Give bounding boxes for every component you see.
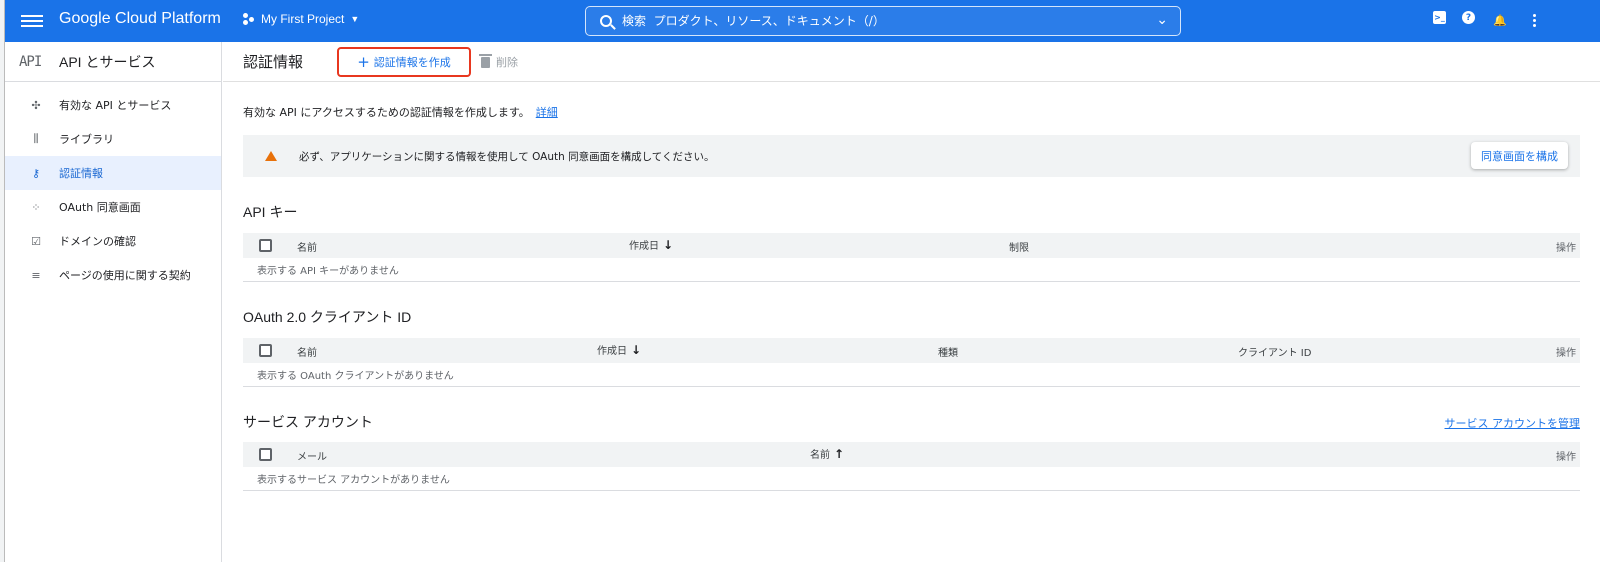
table-header: メール 名前 ↑ 操作 (243, 442, 1580, 467)
chevron-down-icon[interactable]: ⌄ (1156, 12, 1168, 28)
sort-down-arrow-icon: ↓ (663, 238, 674, 252)
sort-up-arrow-icon: ↑ (834, 447, 845, 461)
trash-icon (479, 53, 492, 68)
sidebar-item-label: OAuth 同意画面 (59, 201, 141, 214)
project-selector[interactable]: My First Project ▼ (243, 12, 359, 26)
help-icon[interactable]: ? (1462, 11, 1475, 24)
column-created[interactable]: 作成日 ↓ (597, 342, 641, 357)
domain-check-icon: ☑ (31, 234, 41, 248)
page-title: 認証情報 (243, 54, 304, 71)
brand-title[interactable]: Google Cloud Platform (59, 10, 221, 28)
service-accounts-title: サービス アカウント (243, 414, 373, 430)
library-icon: ⫼ (33, 132, 39, 145)
search-bar[interactable]: ⌄ (585, 6, 1181, 36)
column-created-label: 作成日 (597, 346, 627, 357)
delete-label: 削除 (496, 56, 518, 69)
column-email[interactable]: メール (297, 448, 327, 463)
create-credentials-button[interactable]: + 認証情報を作成 (337, 47, 471, 77)
more-options-icon[interactable] (1525, 11, 1543, 29)
sidebar-nav: ✣ 有効な API とサービス ⫼ ライブラリ ⚷ 認証情報 ⁘ OAuth 同… (5, 82, 221, 292)
api-keys-table: 名前 作成日 ↓ 制限 操作 表示する API キーがありません (243, 233, 1580, 282)
intro-text: 有効な API にアクセスするための認証情報を作成します。 詳細 (243, 104, 558, 120)
sidebar-header: API API とサービス (5, 42, 221, 82)
configure-consent-button[interactable]: 同意画面を構成 (1471, 142, 1568, 169)
sidebar-item-label: 有効な API とサービス (59, 99, 172, 112)
column-name[interactable]: 名前 (297, 344, 317, 359)
sidebar: API API とサービス ✣ 有効な API とサービス ⫼ ライブラリ ⚷ … (5, 42, 222, 562)
column-name-label: 名前 (810, 450, 830, 461)
api-keys-title: API キー (243, 204, 298, 220)
empty-row: 表示するサービス アカウントがありません (243, 467, 1580, 491)
main-content: 認証情報 + 認証情報を作成 削除 有効な API にアクセスするための認証情報… (223, 42, 1600, 562)
column-name[interactable]: 名前 ↑ (810, 446, 844, 461)
oauth-clients-title: OAuth 2.0 クライアント ID (243, 309, 412, 325)
project-name: My First Project (261, 12, 345, 26)
sidebar-item-label: ライブラリ (59, 133, 114, 146)
hamburger-menu-icon[interactable] (21, 12, 43, 30)
search-icon (600, 15, 612, 27)
cloud-shell-icon[interactable]: >_ (1433, 11, 1446, 24)
delete-button[interactable]: 削除 (479, 53, 518, 70)
sidebar-item-label: ページの使用に関する契約 (59, 269, 191, 282)
top-actions: >_ ? 🔔 (1433, 11, 1543, 29)
table-header: 名前 作成日 ↓ 種類 クライアント ID 操作 (243, 338, 1580, 363)
consent-icon: ⁘ (31, 200, 41, 214)
select-all-checkbox[interactable] (259, 344, 272, 357)
service-accounts-table: メール 名前 ↑ 操作 表示するサービス アカウントがありません (243, 442, 1580, 491)
api-logo-icon: API (19, 53, 42, 70)
table-header: 名前 作成日 ↓ 制限 操作 (243, 233, 1580, 258)
column-type[interactable]: 種類 (938, 344, 958, 359)
column-restrictions[interactable]: 制限 (1009, 239, 1029, 254)
notifications-bell-icon[interactable]: 🔔 (1491, 11, 1509, 29)
plus-icon: + (357, 53, 370, 71)
select-all-checkbox[interactable] (259, 239, 272, 252)
browser-frame: Google Cloud Platform My First Project ▼… (4, 0, 1600, 562)
key-icon: ⚷ (31, 166, 41, 180)
search-input[interactable] (622, 14, 1142, 28)
oauth-clients-table: 名前 作成日 ↓ 種類 クライアント ID 操作 表示する OAuth クライアン… (243, 338, 1580, 387)
manage-service-accounts-link[interactable]: サービス アカウントを管理 (1445, 415, 1581, 431)
project-hierarchy-icon (243, 13, 255, 25)
sidebar-item-label: ドメインの確認 (59, 235, 136, 248)
sort-down-arrow-icon: ↓ (631, 343, 642, 357)
empty-row: 表示する API キーがありません (243, 258, 1580, 282)
sidebar-item-label: 認証情報 (59, 167, 103, 180)
sidebar-title: API とサービス (59, 53, 156, 70)
create-credentials-label: 認証情報を作成 (373, 56, 451, 69)
banner-text: 必ず、アプリケーションに関する情報を使用して OAuth 同意画面を構成してくだ… (299, 150, 715, 163)
top-bar: Google Cloud Platform My First Project ▼… (5, 0, 1600, 42)
sidebar-item-library[interactable]: ⫼ ライブラリ (5, 122, 221, 156)
learn-more-link[interactable]: 詳細 (536, 106, 558, 119)
column-actions: 操作 (1556, 452, 1576, 463)
sidebar-item-enabled-apis[interactable]: ✣ 有効な API とサービス (5, 88, 221, 122)
oauth-warning-banner: 必ず、アプリケーションに関する情報を使用して OAuth 同意画面を構成してくだ… (243, 135, 1580, 177)
column-actions: 操作 (1556, 243, 1576, 254)
sidebar-item-page-agreements[interactable]: ≡ ページの使用に関する契約 (5, 258, 221, 292)
sidebar-item-oauth-consent[interactable]: ⁘ OAuth 同意画面 (5, 190, 221, 224)
column-name[interactable]: 名前 (297, 239, 317, 254)
select-all-checkbox[interactable] (259, 448, 272, 461)
sidebar-item-credentials[interactable]: ⚷ 認証情報 (5, 156, 221, 190)
empty-row: 表示する OAuth クライアントがありません (243, 363, 1580, 387)
sidebar-item-domain-verification[interactable]: ☑ ドメインの確認 (5, 224, 221, 258)
column-created-label: 作成日 (629, 241, 659, 252)
api-services-icon: ✣ (31, 98, 41, 112)
warning-icon (265, 151, 277, 161)
intro-sentence: 有効な API にアクセスするための認証情報を作成します。 (243, 106, 530, 119)
caret-down-icon: ▼ (350, 14, 360, 24)
column-created[interactable]: 作成日 ↓ (629, 237, 673, 252)
column-actions: 操作 (1556, 348, 1576, 359)
column-client-id[interactable]: クライアント ID (1238, 344, 1311, 359)
page-agreement-icon: ≡ (31, 268, 41, 282)
